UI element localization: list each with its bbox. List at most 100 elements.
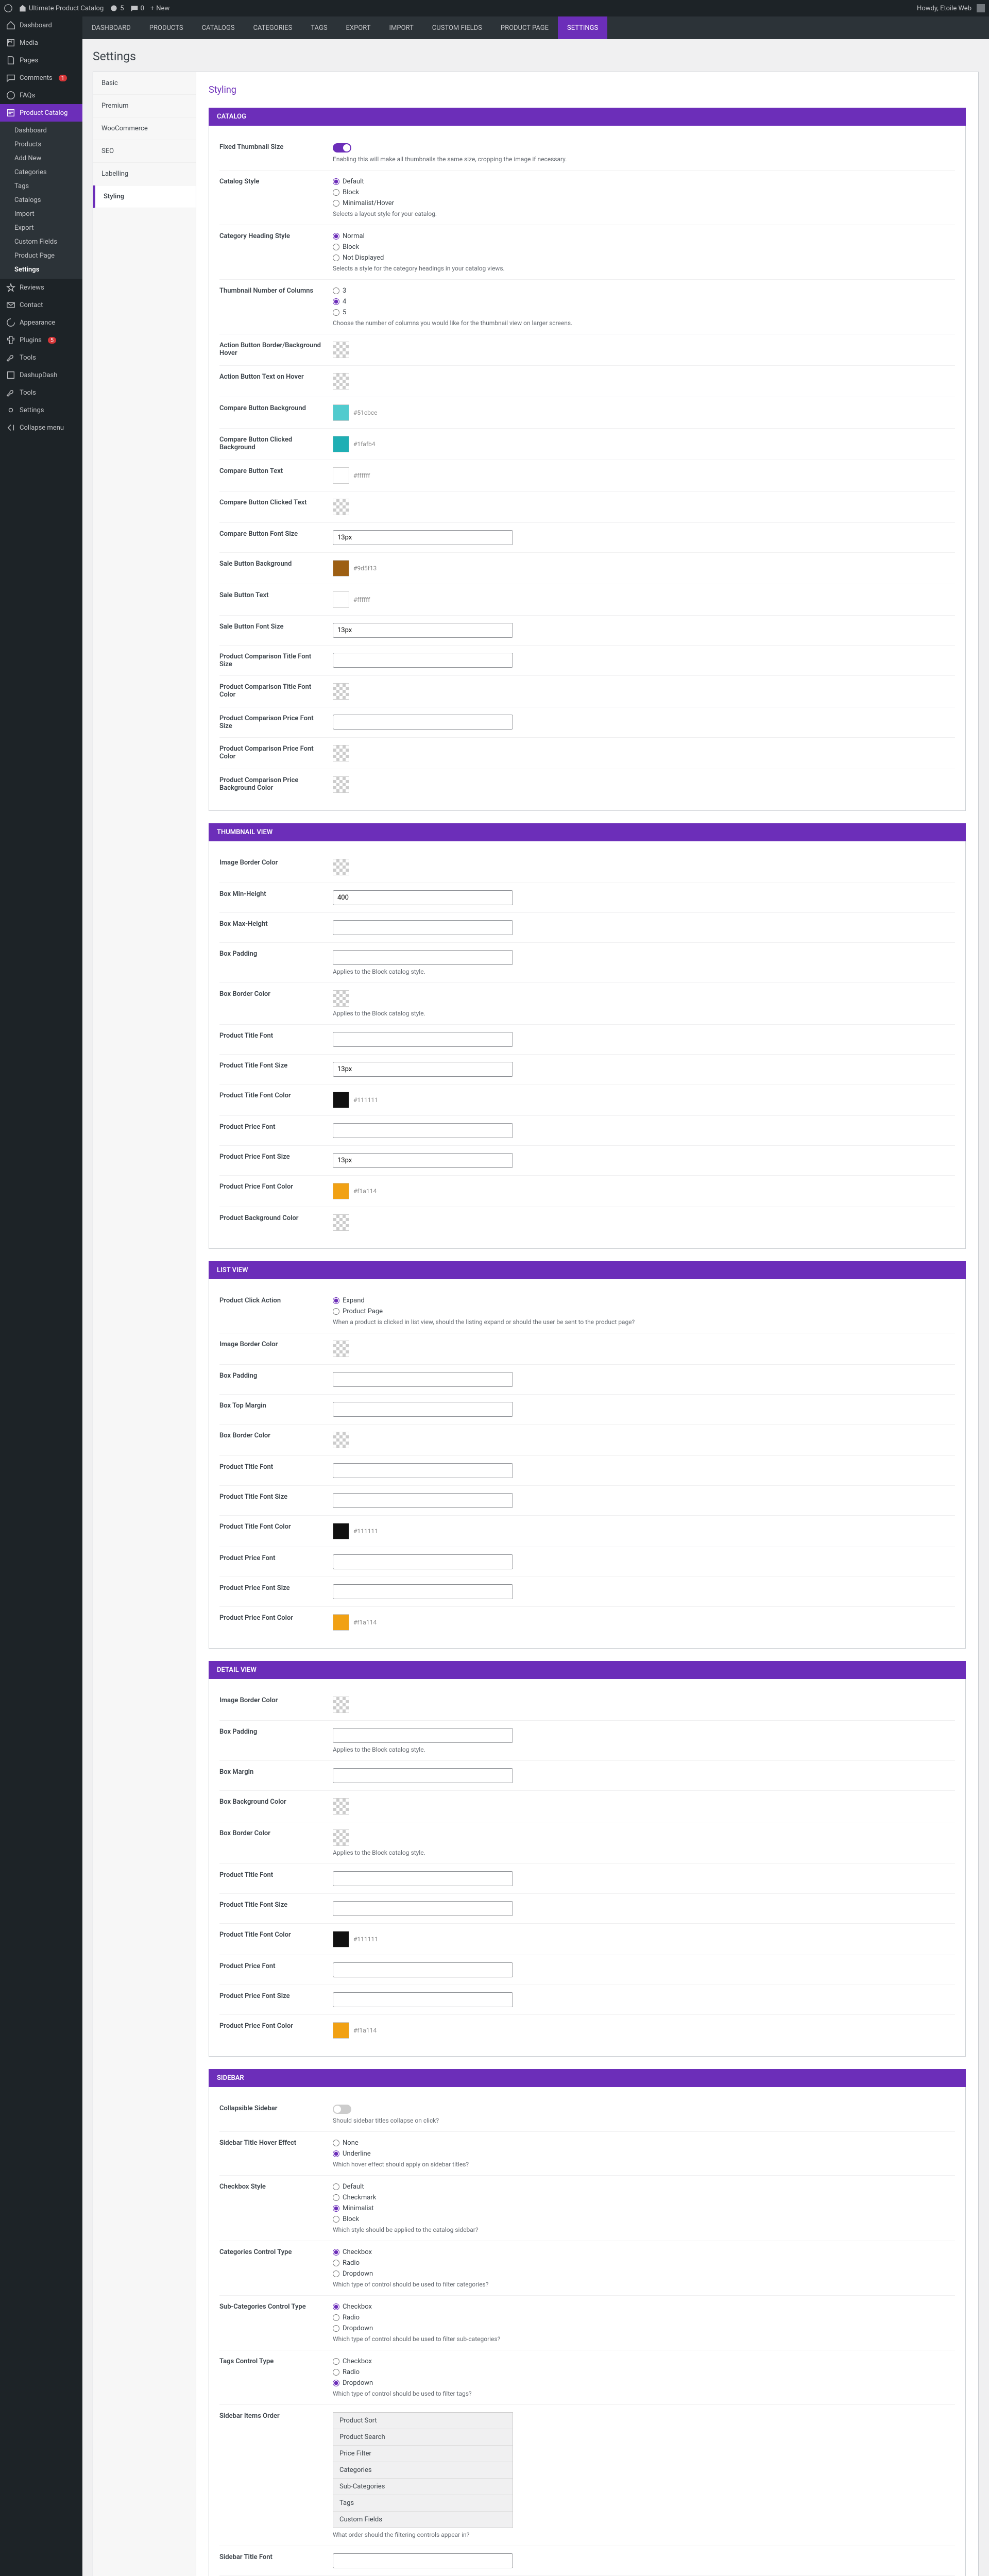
color-swatch[interactable]: [333, 1798, 349, 1815]
sidebar-item-tools[interactable]: Tools: [0, 349, 82, 366]
radio-option[interactable]: Radio: [333, 2368, 955, 2376]
text-input[interactable]: [333, 1463, 513, 1478]
text-input[interactable]: [333, 1153, 513, 1168]
sortable-item[interactable]: Product Sort: [333, 2413, 513, 2429]
user-greeting[interactable]: Howdy, Etoile Web: [917, 4, 985, 12]
panel-nav-labelling[interactable]: Labelling: [93, 163, 196, 185]
sidebar-item-product-catalog[interactable]: Product Catalog: [0, 104, 82, 122]
radio-option[interactable]: Checkbox: [333, 2358, 955, 2365]
submenu-dashboard[interactable]: Dashboard: [0, 124, 82, 138]
text-input[interactable]: [333, 1728, 513, 1743]
submenu-import[interactable]: Import: [0, 207, 82, 221]
text-input[interactable]: [333, 653, 513, 668]
radio-option[interactable]: Default: [333, 2183, 955, 2191]
sortable-item[interactable]: Custom Fields: [333, 2512, 513, 2528]
submenu-tags[interactable]: Tags: [0, 179, 82, 193]
radio-option[interactable]: Dropdown: [333, 2270, 955, 2278]
radio-option[interactable]: Checkbox: [333, 2248, 955, 2256]
tab-categories[interactable]: CATEGORIES: [244, 16, 302, 39]
text-input[interactable]: [333, 1992, 513, 2007]
text-input[interactable]: [333, 890, 513, 905]
sortable-item[interactable]: Product Search: [333, 2429, 513, 2446]
tab-dashboard[interactable]: DASHBOARD: [82, 16, 140, 39]
text-input[interactable]: [333, 1768, 513, 1783]
tab-custom fields[interactable]: CUSTOM FIELDS: [423, 16, 491, 39]
radio-option[interactable]: Radio: [333, 2314, 955, 2321]
color-swatch[interactable]: [333, 591, 349, 608]
sortable-item[interactable]: Categories: [333, 2462, 513, 2479]
submenu-product-page[interactable]: Product Page: [0, 249, 82, 263]
submenu-add-new[interactable]: Add New: [0, 151, 82, 165]
sortable-item[interactable]: Tags: [333, 2495, 513, 2512]
color-swatch[interactable]: [333, 1523, 349, 1539]
color-swatch[interactable]: [333, 2022, 349, 2039]
color-swatch[interactable]: [333, 683, 349, 700]
text-input[interactable]: [333, 530, 513, 545]
tab-import[interactable]: IMPORT: [380, 16, 423, 39]
text-input[interactable]: [333, 2553, 513, 2568]
color-swatch[interactable]: [333, 342, 349, 358]
sidebar-item-faqs[interactable]: FAQs: [0, 87, 82, 104]
tab-catalogs[interactable]: CATALOGS: [193, 16, 244, 39]
sidebar-item-settings[interactable]: Settings: [0, 401, 82, 419]
radio-option[interactable]: Minimalist/Hover: [333, 199, 955, 207]
color-swatch[interactable]: [333, 745, 349, 761]
panel-nav-styling[interactable]: Styling: [93, 185, 196, 208]
sidebar-item-pages[interactable]: Pages: [0, 52, 82, 69]
sidebar-item-collapse-menu[interactable]: Collapse menu: [0, 419, 82, 436]
radio-option[interactable]: Dropdown: [333, 2325, 955, 2332]
color-swatch[interactable]: [333, 1697, 349, 1713]
color-swatch[interactable]: [333, 467, 349, 484]
radio-option[interactable]: Minimalist: [333, 2205, 955, 2212]
submenu-products[interactable]: Products: [0, 138, 82, 151]
radio-option[interactable]: None: [333, 2139, 955, 2147]
new-content[interactable]: + New: [150, 5, 169, 12]
toggle[interactable]: [333, 143, 351, 152]
panel-nav-basic[interactable]: Basic: [93, 72, 196, 95]
color-swatch[interactable]: [333, 990, 349, 1007]
radio-option[interactable]: Dropdown: [333, 2379, 955, 2387]
sortable-item[interactable]: Price Filter: [333, 2446, 513, 2462]
sortable-list[interactable]: Product SortProduct SearchPrice FilterCa…: [333, 2412, 513, 2528]
sidebar-item-media[interactable]: Media: [0, 34, 82, 52]
submenu-categories[interactable]: Categories: [0, 165, 82, 179]
color-swatch[interactable]: [333, 1829, 349, 1846]
tab-products[interactable]: PRODUCTS: [140, 16, 193, 39]
text-input[interactable]: [333, 1493, 513, 1508]
radio-option[interactable]: Checkmark: [333, 2194, 955, 2201]
text-input[interactable]: [333, 1584, 513, 1599]
submenu-catalogs[interactable]: Catalogs: [0, 193, 82, 207]
sidebar-item-dashboard[interactable]: Dashboard: [0, 16, 82, 34]
text-input[interactable]: [333, 1901, 513, 1916]
text-input[interactable]: [333, 950, 513, 965]
radio-option[interactable]: Block: [333, 243, 955, 251]
text-input[interactable]: [333, 1871, 513, 1886]
text-input[interactable]: [333, 1554, 513, 1569]
submenu-export[interactable]: Export: [0, 221, 82, 235]
radio-option[interactable]: Default: [333, 178, 955, 185]
sidebar-item-reviews[interactable]: Reviews: [0, 279, 82, 296]
panel-nav-premium[interactable]: Premium: [93, 95, 196, 117]
text-input[interactable]: [333, 1962, 513, 1977]
color-swatch[interactable]: [333, 373, 349, 389]
radio-option[interactable]: Checkbox: [333, 2303, 955, 2311]
radio-option[interactable]: Block: [333, 2215, 955, 2223]
text-input[interactable]: [333, 623, 513, 638]
sortable-item[interactable]: Sub-Categories: [333, 2479, 513, 2495]
tab-settings[interactable]: SETTINGS: [558, 16, 607, 39]
color-swatch[interactable]: [333, 1341, 349, 1357]
site-name[interactable]: Ultimate Product Catalog: [19, 4, 104, 12]
color-swatch[interactable]: [333, 776, 349, 793]
text-input[interactable]: [333, 1032, 513, 1047]
radio-option[interactable]: Normal: [333, 232, 955, 240]
updates[interactable]: 5: [110, 4, 124, 12]
radio-option[interactable]: Expand: [333, 1297, 955, 1304]
color-swatch[interactable]: [333, 859, 349, 875]
panel-nav-seo[interactable]: SEO: [93, 140, 196, 163]
color-swatch[interactable]: [333, 499, 349, 515]
sidebar-item-dashupdash[interactable]: DashupDash: [0, 366, 82, 384]
color-swatch[interactable]: [333, 404, 349, 421]
tab-product page[interactable]: PRODUCT PAGE: [491, 16, 558, 39]
color-swatch[interactable]: [333, 1214, 349, 1231]
radio-option[interactable]: Underline: [333, 2150, 955, 2158]
